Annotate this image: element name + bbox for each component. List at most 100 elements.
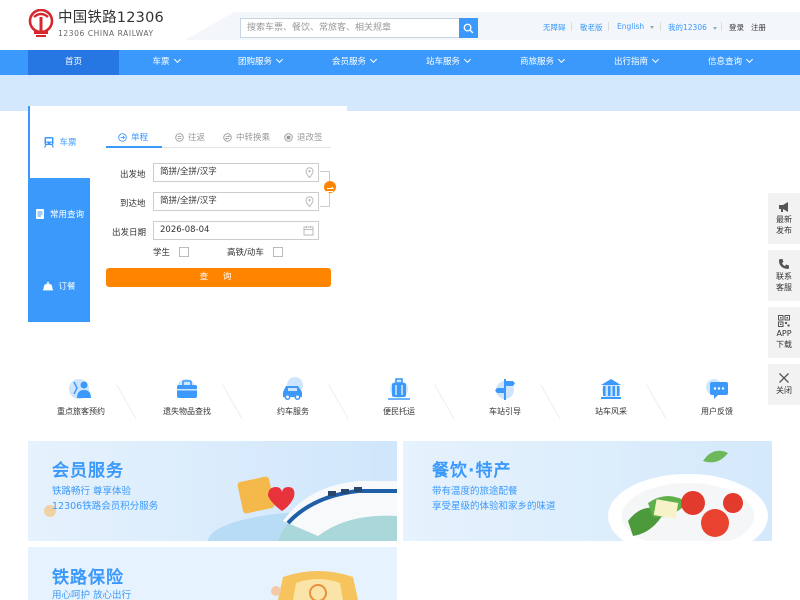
nav-item-label: 商旅服务 xyxy=(519,57,554,67)
nav-item-label: 首页 xyxy=(64,57,82,67)
nav-item-label: 信息查询 xyxy=(707,57,742,67)
calendar-icon xyxy=(303,226,314,236)
logo[interactable]: 中国铁路12306 12306 CHINA RAILWAY xyxy=(28,9,164,39)
float-app-download[interactable]: APP 下载 xyxy=(768,307,800,359)
car-icon xyxy=(283,377,303,400)
service-label: 便民托运 xyxy=(383,407,415,416)
student-checkbox[interactable] xyxy=(179,247,189,257)
chevron-down-icon xyxy=(173,55,181,64)
float-customer-service[interactable]: 联系 客服 xyxy=(768,250,800,302)
chevron-down-icon xyxy=(650,25,655,29)
tab-transfer[interactable]: 中转换乘 xyxy=(223,128,270,146)
nav-item-info-query[interactable]: 信息查询 xyxy=(683,50,777,75)
service-car-booking[interactable]: 约车服务 xyxy=(240,368,346,424)
side-tab-label: 常用查询 xyxy=(49,210,84,220)
chevron-down-icon xyxy=(369,55,378,64)
logo-subtitle: 12306 CHINA RAILWAY xyxy=(58,29,154,38)
my12306-menu[interactable]: 我的12306 xyxy=(668,22,717,33)
side-tab-common-query[interactable]: 常用查询 xyxy=(28,178,90,250)
float-close[interactable]: 关闭 xyxy=(768,364,800,406)
service-station-showcase[interactable]: 站车风采 xyxy=(558,368,664,424)
qrcode-icon xyxy=(778,315,790,327)
priority-passenger-icon xyxy=(69,379,91,399)
language-selector[interactable]: English xyxy=(617,22,655,31)
float-label-line2: 下载 xyxy=(776,339,792,349)
tab-one-way[interactable]: 单程 xyxy=(118,128,148,146)
accessible-link[interactable]: 无障碍 xyxy=(543,22,566,33)
header: 中国铁路12306 12306 CHINA RAILWAY 无障碍 敬老版 En… xyxy=(0,0,800,50)
booking-side-tabs: 车票 常用查询 订餐 xyxy=(28,106,90,325)
ticket-booking-panel: 车票 常用查询 订餐 单程 往返 中转换乘 退改签 出发地 简拼/全拼/汉字 到… xyxy=(28,106,347,325)
promo-card-dining[interactable]: 餐饮·特产 带有温度的旅途配餐 享受星级的体验和家乡的味道 xyxy=(403,441,772,541)
dining-icon xyxy=(43,281,54,291)
card-title: 会员服务 xyxy=(52,461,124,481)
to-label: 到达地 xyxy=(120,199,146,209)
from-station-input[interactable]: 简拼/全拼/汉字 xyxy=(153,163,319,182)
chevron-down-icon xyxy=(463,55,472,64)
service-luggage[interactable]: 便民托运 xyxy=(346,368,452,424)
float-latest-news[interactable]: 最新 发布 xyxy=(768,193,800,245)
luggage-icon xyxy=(388,378,410,400)
card-title: 餐饮·特产 xyxy=(432,461,512,481)
service-shortcuts: 重点旅客预约 遗失物品查找 约车服务 便民托运 车站引导 站车风采 用户反馈 xyxy=(28,368,772,428)
card-line-1: 用心呵护 放心出行 xyxy=(52,590,132,600)
high-speed-checkbox[interactable] xyxy=(273,247,283,257)
elder-mode-link[interactable]: 敬老版 xyxy=(580,22,603,33)
tab-label: 往返 xyxy=(188,133,206,143)
nav-item-label: 出行指南 xyxy=(613,57,648,67)
logo-title: 中国铁路12306 xyxy=(58,9,164,26)
student-label: 学生 xyxy=(153,248,171,258)
card-line-1: 带有温度的旅途配餐 xyxy=(432,486,518,497)
chevron-down-icon xyxy=(651,55,660,64)
promo-card-insurance[interactable]: 铁路保险 用心呵护 放心出行 xyxy=(28,547,397,600)
service-label: 遗失物品查找 xyxy=(163,407,211,416)
tab-label: 中转换乘 xyxy=(236,133,271,143)
tab-refund-change[interactable]: 退改签 xyxy=(284,128,323,146)
service-priority-passenger[interactable]: 重点旅客预约 xyxy=(28,368,134,424)
service-lost-found[interactable]: 遗失物品查找 xyxy=(134,368,240,424)
nav-item-member-service[interactable]: 会员服务 xyxy=(307,50,401,75)
login-link[interactable]: 登录 xyxy=(729,22,744,33)
chevron-down-icon xyxy=(557,55,566,64)
float-label-line1: 联系 xyxy=(776,272,792,281)
to-station-input[interactable]: 简拼/全拼/汉字 xyxy=(153,192,319,211)
station-icon xyxy=(601,379,621,399)
nav-item-home[interactable]: 首页 xyxy=(28,50,119,75)
arrow-right-circle-icon xyxy=(118,132,127,142)
side-tab-dining[interactable]: 订餐 xyxy=(28,250,90,322)
query-button[interactable]: 查 询 xyxy=(106,268,331,287)
search-icon xyxy=(463,23,474,33)
nav-item-station-service[interactable]: 站车服务 xyxy=(401,50,495,75)
close-icon xyxy=(779,373,789,383)
nav-item-tickets[interactable]: 车票 xyxy=(119,50,213,75)
side-tab-label: 订餐 xyxy=(58,282,76,292)
megaphone-icon xyxy=(779,202,788,212)
register-link[interactable]: 注册 xyxy=(751,22,766,33)
nav-item-label: 团购服务 xyxy=(237,57,272,67)
service-label: 重点旅客预约 xyxy=(57,407,105,416)
nav-item-label: 会员服务 xyxy=(331,57,366,67)
swap-icon xyxy=(325,186,335,194)
search-button[interactable] xyxy=(459,18,478,38)
service-feedback[interactable]: 用户反馈 xyxy=(664,368,770,424)
float-label-line1: 最新 xyxy=(776,215,792,224)
tab-round-trip[interactable]: 往返 xyxy=(175,128,205,146)
card-title: 铁路保险 xyxy=(52,568,124,588)
side-tab-tickets[interactable]: 车票 xyxy=(28,106,90,178)
search-input[interactable] xyxy=(240,18,459,38)
location-pin-icon xyxy=(305,196,314,207)
departure-date-input[interactable]: 2026-08-04 xyxy=(153,221,319,240)
swap-stations-button[interactable] xyxy=(324,181,336,194)
railway-logo-icon xyxy=(28,9,54,37)
nav-item-business-travel[interactable]: 商旅服务 xyxy=(495,50,589,75)
promo-card-membership[interactable]: 会员服务 铁路畅行 尊享体验 12306铁路会员积分服务 xyxy=(28,441,397,541)
service-label: 用户反馈 xyxy=(701,407,733,416)
service-station-guide[interactable]: 车站引导 xyxy=(452,368,558,424)
nav-item-travel-guide[interactable]: 出行指南 xyxy=(589,50,683,75)
from-label: 出发地 xyxy=(120,170,146,180)
float-label-line1: APP xyxy=(776,329,792,338)
service-label: 约车服务 xyxy=(277,407,309,416)
language-label: English xyxy=(617,22,645,31)
active-tab-indicator xyxy=(106,146,162,148)
nav-item-group-service[interactable]: 团购服务 xyxy=(213,50,307,75)
